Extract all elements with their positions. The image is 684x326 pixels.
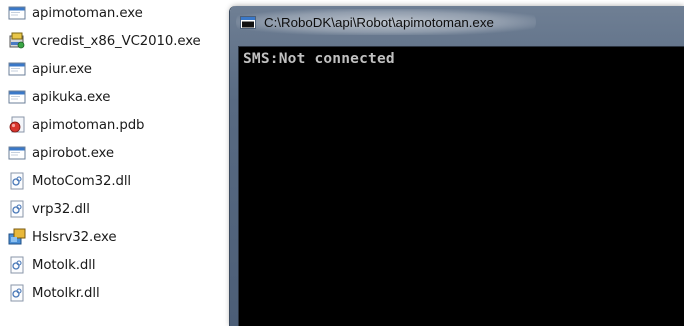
exe-window-icon [8, 62, 26, 76]
file-name: apimotoman.exe [32, 5, 143, 21]
file-name: apirobot.exe [32, 145, 114, 161]
file-item[interactable]: vrp32.dll [8, 198, 222, 220]
file-item[interactable]: apimotoman.exe [8, 2, 222, 24]
exe-window-icon [8, 6, 26, 20]
service-exe-icon [8, 228, 26, 245]
file-item[interactable]: apirobot.exe [8, 142, 222, 164]
exe-window-icon [8, 146, 26, 160]
file-name: apimotoman.pdb [32, 117, 145, 133]
file-name: apikuka.exe [32, 89, 111, 105]
console-title: C:\RoboDK\api\Robot\apimotoman.exe [264, 14, 494, 30]
file-name: apiur.exe [32, 61, 92, 77]
file-name: vcredist_x86_VC2010.exe [32, 33, 201, 49]
file-name: Motolkr.dll [32, 285, 100, 301]
file-list: apimotoman.exe vcredist_x86_VC2010.exe a… [0, 0, 224, 326]
dll-file-icon [10, 256, 24, 274]
exe-window-icon [8, 90, 26, 104]
file-item[interactable]: apikuka.exe [8, 86, 222, 108]
console-window[interactable]: C:\RoboDK\api\Robot\apimotoman.exe SMS:N… [230, 6, 684, 326]
file-item[interactable]: MotoCom32.dll [8, 170, 222, 192]
console-title-bar[interactable]: C:\RoboDK\api\Robot\apimotoman.exe [230, 6, 684, 38]
file-item[interactable]: Motolk.dll [8, 254, 222, 276]
dll-file-icon [10, 172, 24, 190]
console-app-icon [240, 15, 256, 29]
dll-file-icon [10, 284, 24, 302]
file-item[interactable]: vcredist_x86_VC2010.exe [8, 30, 222, 52]
console-output-area[interactable]: SMS:Not connected [238, 46, 684, 326]
file-item[interactable]: apimotoman.pdb [8, 114, 222, 136]
file-name: Motolk.dll [32, 257, 96, 273]
file-name: Hslsrv32.exe [32, 229, 117, 245]
pdb-file-icon [9, 116, 25, 133]
installer-icon [9, 32, 25, 49]
dll-file-icon [10, 200, 24, 218]
file-item[interactable]: apiur.exe [8, 58, 222, 80]
file-name: vrp32.dll [32, 201, 90, 217]
file-name: MotoCom32.dll [32, 173, 132, 189]
console-output-text: SMS:Not connected [243, 51, 395, 67]
file-item[interactable]: Hslsrv32.exe [8, 226, 222, 248]
file-item[interactable]: Motolkr.dll [8, 282, 222, 304]
